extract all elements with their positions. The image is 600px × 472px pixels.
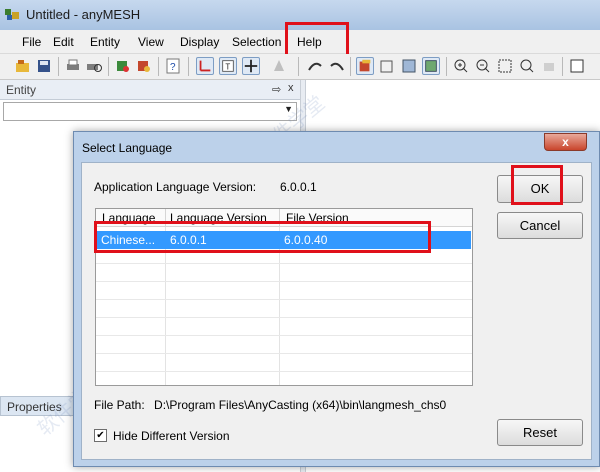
zoom-out-icon[interactable]	[474, 57, 492, 75]
svg-text:T: T	[225, 63, 230, 72]
reset-button[interactable]: Reset	[497, 419, 583, 446]
zoom-window-icon[interactable]	[496, 57, 514, 75]
toolbar-separator	[350, 57, 351, 76]
open-file-icon[interactable]	[14, 57, 32, 75]
hide-different-version-checkbox[interactable]: ✔	[94, 429, 107, 442]
zoom-fit-icon[interactable]	[518, 57, 536, 75]
file-path-value: D:\Program Files\AnyCasting (x64)\bin\la…	[154, 398, 447, 412]
menu-selection[interactable]: Selection	[232, 35, 281, 49]
ok-highlight-box	[511, 165, 563, 205]
shaded-view-icon[interactable]	[422, 57, 440, 75]
toolbar: ? T	[0, 54, 600, 80]
svg-text:?: ?	[170, 62, 176, 73]
file-path-caption: File Path:	[94, 398, 145, 412]
app-version-label: Application Language Version:	[94, 180, 257, 194]
close-icon: x	[562, 135, 569, 149]
row-gridline	[96, 335, 472, 336]
solid-view-icon[interactable]	[356, 57, 374, 75]
row-gridline	[96, 317, 472, 318]
toolbar-separator	[158, 57, 159, 76]
cancel-button[interactable]: Cancel	[497, 212, 583, 239]
app-icon	[5, 9, 19, 20]
dialog-body: Application Language Version: 6.0.0.1 La…	[81, 162, 592, 460]
rotate-right-icon[interactable]	[328, 57, 346, 75]
mesh-view-icon[interactable]	[400, 57, 418, 75]
rotate-left-icon[interactable]	[306, 57, 324, 75]
zoom-in-icon[interactable]	[452, 57, 470, 75]
row-gridline	[96, 263, 472, 264]
wireframe-icon[interactable]	[378, 57, 396, 75]
toolbar-separator	[446, 57, 447, 76]
dialog-title: Select Language	[82, 141, 173, 155]
row-gridline	[96, 281, 472, 282]
entity-panel-title: Entity	[6, 83, 37, 97]
dialog-close-button[interactable]: x	[544, 133, 587, 151]
help-highlight-box	[285, 22, 349, 57]
window-title: Untitled - anyMESH	[26, 7, 141, 22]
help-icon[interactable]: ?	[164, 57, 182, 75]
menu-view[interactable]: View	[138, 35, 164, 49]
pan-icon[interactable]	[540, 57, 558, 75]
grid-icon[interactable]	[242, 57, 260, 75]
toolbar-separator	[58, 57, 59, 76]
import-icon[interactable]	[114, 57, 132, 75]
toolbar-separator	[188, 57, 189, 76]
row-gridline	[96, 299, 472, 300]
hide-different-version-label[interactable]: Hide Different Version	[113, 429, 230, 443]
save-icon[interactable]	[35, 57, 53, 75]
entity-dropdown[interactable]: ▼	[3, 102, 297, 121]
row-highlight-box	[94, 221, 431, 253]
toolbar-separator	[562, 57, 563, 76]
toolbar-separator	[108, 57, 109, 76]
export-icon[interactable]	[135, 57, 153, 75]
print-icon[interactable]	[64, 57, 82, 75]
menu-display[interactable]: Display	[180, 35, 219, 49]
axis-icon[interactable]	[196, 57, 214, 75]
print-preview-icon[interactable]	[85, 57, 103, 75]
light-icon[interactable]	[270, 57, 288, 75]
app-version-value: 6.0.0.1	[280, 180, 317, 194]
toolbar-separator	[298, 57, 299, 76]
menu-entity[interactable]: Entity	[90, 35, 120, 49]
text-icon[interactable]: T	[219, 57, 237, 75]
pin-icon[interactable]: ⇨	[272, 83, 281, 96]
menu-edit[interactable]: Edit	[53, 35, 74, 49]
file-path-label: File Path: D:\Program Files\AnyCasting (…	[94, 398, 474, 412]
panel-close-icon[interactable]: x	[288, 82, 294, 94]
row-gridline	[96, 353, 472, 354]
row-gridline	[96, 371, 472, 372]
menu-file[interactable]: File	[22, 35, 41, 49]
window-icon[interactable]	[568, 57, 586, 75]
entity-panel-header: Entity ⇨ x	[0, 80, 300, 100]
